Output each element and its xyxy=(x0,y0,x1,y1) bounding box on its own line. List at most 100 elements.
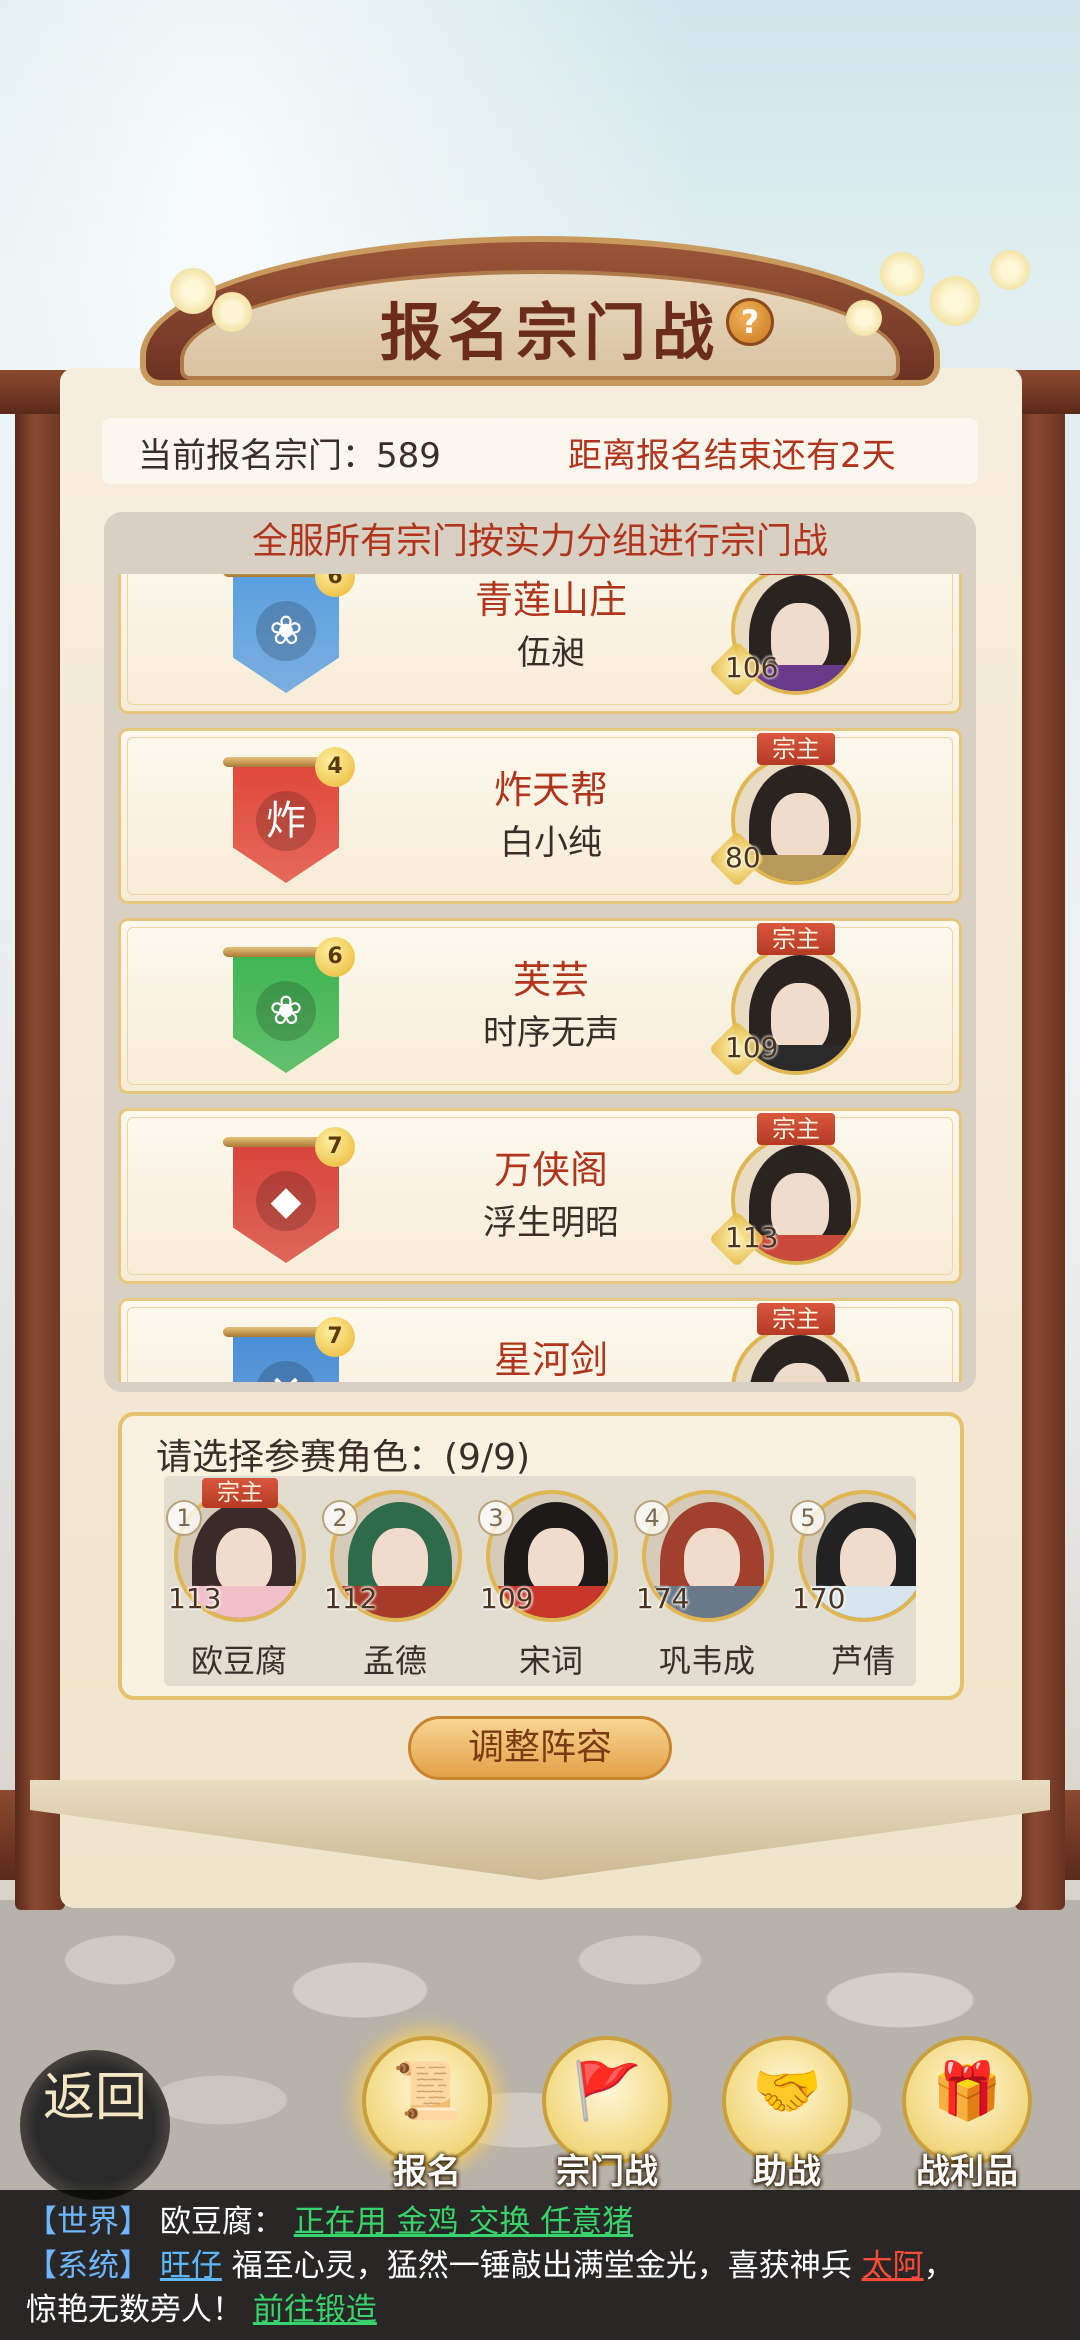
avatar-face xyxy=(528,1528,584,1594)
nav-tab-4[interactable]: 🎁 战利品 xyxy=(892,2036,1042,2196)
character-name: 芦倩 xyxy=(830,1642,895,1680)
leader-power: 80 xyxy=(725,841,761,874)
nav-tab-label: 战利品 xyxy=(916,2152,1018,2192)
sect-list: ❀ 6 青莲山庄 伍昶 宗主 106 炸 4 炸天帮 白小纯 宗主 80 xyxy=(118,574,962,1382)
character-power: 113 xyxy=(168,1582,222,1615)
chat-speaker: 欧豆腐： xyxy=(159,2204,284,2240)
sect-level-badge: 6 xyxy=(315,937,355,977)
sect-list-viewport[interactable]: ❀ 6 青莲山庄 伍昶 宗主 106 炸 4 炸天帮 白小纯 宗主 80 xyxy=(118,574,962,1382)
avatar-face xyxy=(771,793,829,863)
character-strip[interactable]: 宗主 1 113 欧豆腐 2 112 孟德 3 109 宋词 4 174 巩韦成… xyxy=(164,1476,916,1686)
nav-tab-icon: 🚩 xyxy=(572,2059,642,2124)
leader-power: 109 xyxy=(725,1031,779,1064)
chat-system-text: 福至心灵，猛然一锤敲出满堂金光，喜获神兵 xyxy=(231,2248,852,2284)
sect-name: 星河剑 xyxy=(493,1338,608,1382)
blossom-decoration xyxy=(880,252,924,296)
character-slot-number: 1 xyxy=(166,1500,202,1536)
chat-channel-system: 【系统】 xyxy=(26,2248,150,2284)
registration-countdown: 距离报名结束还有2天 xyxy=(568,436,896,476)
sect-emblem-icon: ❀ xyxy=(256,601,316,661)
sect-master-tag: 宗主 xyxy=(757,733,835,765)
sect-banner: ❀ 6 xyxy=(223,574,355,697)
character-slot-number: 5 xyxy=(790,1500,826,1536)
chat-channel-world: 【世界】 xyxy=(26,2204,150,2240)
character-slot-number: 3 xyxy=(478,1500,514,1536)
character-name: 宋词 xyxy=(518,1642,583,1680)
sect-emblem-icon: 炸 xyxy=(256,791,316,851)
nav-tab-1[interactable]: 📜 报名 xyxy=(352,2036,502,2196)
sect-leader-name: 白小纯 xyxy=(500,823,602,863)
blossom-decoration xyxy=(930,276,980,326)
character-slot[interactable]: 宗主 1 113 欧豆腐 xyxy=(164,1476,314,1686)
chat-trade-link[interactable]: 正在用 金鸡 交换 任意猪 xyxy=(294,2204,634,2240)
sect-row[interactable]: ❀ 6 青莲山庄 伍昶 宗主 106 xyxy=(118,574,962,714)
sect-level-badge: 7 xyxy=(315,1317,355,1357)
avatar-face xyxy=(372,1528,428,1594)
sect-row[interactable]: ◆ 7 万侠阁 浮生明昭 宗主 113 xyxy=(118,1108,962,1284)
sect-list-header: 全服所有宗门按实力分组进行宗门战 xyxy=(251,521,828,562)
sect-banner: ❀ 6 xyxy=(223,937,355,1077)
nav-tab-label: 宗门战 xyxy=(556,2152,658,2192)
chat-player-link[interactable]: 旺仔 xyxy=(160,2248,222,2284)
blossom-decoration xyxy=(170,268,216,314)
sect-master-tag: 宗主 xyxy=(757,574,835,575)
sect-row[interactable]: 炸 4 炸天帮 白小纯 宗主 80 xyxy=(118,728,962,904)
sect-banner: 炸 4 xyxy=(223,747,355,887)
sect-name: 青莲山庄 xyxy=(474,578,627,622)
character-slot[interactable]: 4 174 巩韦成 xyxy=(632,1476,782,1686)
chat-separator: ， xyxy=(923,2248,955,2284)
sect-name: 万侠阁 xyxy=(493,1148,608,1192)
blossom-decoration xyxy=(212,292,252,332)
sect-name: 芙芸 xyxy=(512,958,589,1002)
sect-row[interactable]: ✕ 7 星河剑 宗主 xyxy=(118,1298,962,1382)
leader-power: 106 xyxy=(725,651,779,684)
sect-leader-name: 浮生明昭 xyxy=(483,1203,619,1243)
character-power: 174 xyxy=(636,1582,690,1615)
chat-line-system-cont: 惊艳无数旁人！ 前往锻造 xyxy=(26,2288,1054,2332)
sect-master-tag: 宗主 xyxy=(757,1113,835,1145)
chat-item-link[interactable]: 太阿 xyxy=(862,2248,924,2284)
back-button-label: 返回 xyxy=(42,2068,147,2128)
sect-master-tag: 宗主 xyxy=(757,1303,835,1335)
avatar-face xyxy=(840,1528,896,1594)
character-power: 109 xyxy=(480,1582,534,1615)
blossom-decoration xyxy=(990,250,1030,290)
avatar-face xyxy=(216,1528,272,1594)
character-slot-number: 2 xyxy=(322,1500,358,1536)
character-slot[interactable]: 5 170 芦倩 xyxy=(788,1476,916,1686)
sect-level-badge: 4 xyxy=(315,747,355,787)
character-slot[interactable]: 2 112 孟德 xyxy=(320,1476,470,1686)
sect-banner: ✕ 7 xyxy=(223,1317,355,1382)
character-slot[interactable]: 3 109 宋词 xyxy=(476,1476,626,1686)
character-name: 孟德 xyxy=(362,1642,427,1680)
sect-row[interactable]: ❀ 6 芙芸 时序无声 宗主 109 xyxy=(118,918,962,1094)
chat-feed[interactable]: 【世界】 欧豆腐： 正在用 金鸡 交换 任意猪 【系统】 旺仔 福至心灵，猛然一… xyxy=(0,2190,1080,2340)
sect-emblem-icon: ❀ xyxy=(256,981,316,1041)
character-slot-number: 4 xyxy=(634,1500,670,1536)
back-button[interactable]: 返回 xyxy=(20,2050,170,2200)
registered-sect-count: 当前报名宗门：589 xyxy=(138,436,441,476)
nav-tab-2[interactable]: 🚩 宗门战 xyxy=(532,2036,682,2196)
board-left-pillar xyxy=(15,370,65,1910)
sect-name: 炸天帮 xyxy=(493,768,608,812)
sect-leader-name: 伍昶 xyxy=(517,633,585,673)
sect-master-tag: 宗主 xyxy=(757,923,835,955)
nav-tab-label: 报名 xyxy=(393,2152,461,2192)
leader-power: 113 xyxy=(725,1221,779,1254)
character-name: 巩韦成 xyxy=(658,1642,755,1680)
sect-banner: ◆ 7 xyxy=(223,1127,355,1267)
avatar-face xyxy=(771,603,829,673)
nav-tab-icon: 🎁 xyxy=(932,2059,1002,2124)
help-button[interactable]: ? xyxy=(726,298,774,346)
character-name: 欧豆腐 xyxy=(190,1642,287,1680)
nav-tab-icon: 🤝 xyxy=(752,2059,822,2124)
sect-emblem-icon: ◆ xyxy=(256,1171,316,1231)
character-selection-title: 请选择参赛角色：(9/9) xyxy=(156,1437,531,1478)
chat-forge-link[interactable]: 前往锻造 xyxy=(253,2292,377,2328)
avatar-face xyxy=(771,983,829,1053)
character-power: 170 xyxy=(792,1582,846,1615)
nav-tab-3[interactable]: 🤝 助战 xyxy=(712,2036,862,2196)
adjust-lineup-button[interactable]: 调整阵容 xyxy=(408,1716,672,1780)
page-title: 报名宗门战 xyxy=(380,296,721,369)
board-right-pillar xyxy=(1015,370,1065,1910)
